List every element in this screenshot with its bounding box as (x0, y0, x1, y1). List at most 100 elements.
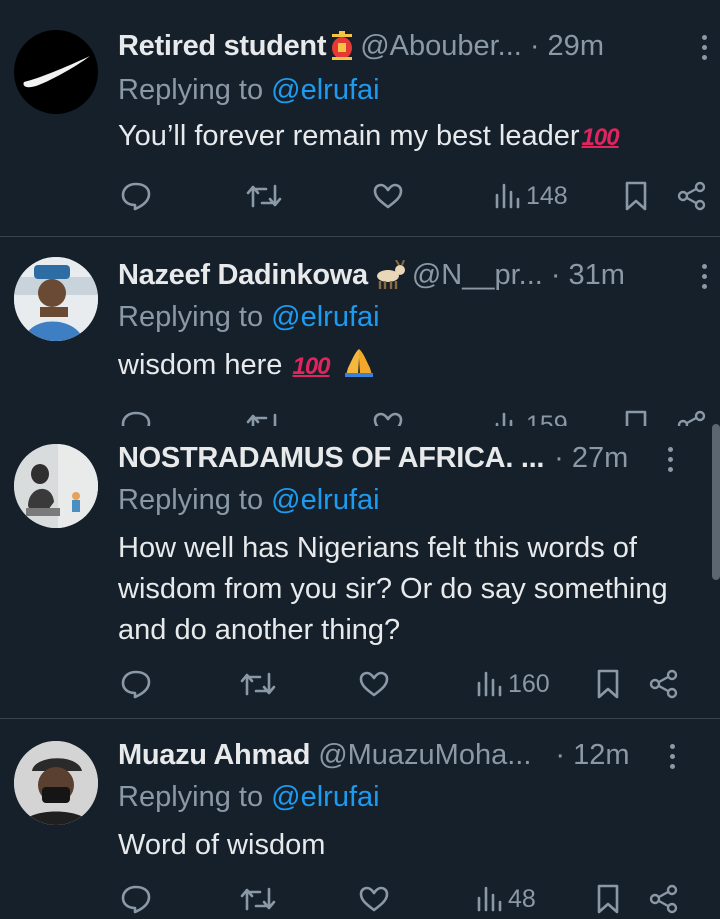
timestamp[interactable]: · 12m (555, 739, 629, 772)
tweet[interactable]: Retired student @Abouber... · 29m Replyi… (0, 0, 720, 236)
views-count: 159 (526, 410, 568, 427)
reply-icon (121, 670, 151, 699)
avatar[interactable] (14, 30, 98, 114)
tweet-text: You’ll forever remain my best leader100 (118, 116, 700, 158)
action-bar: 159 (0, 405, 720, 426)
tweet-header: Retired student @Abouber... · 29m (118, 28, 708, 64)
views-button[interactable]: 48 (476, 879, 536, 919)
like-button[interactable] (372, 176, 404, 216)
views-count: 160 (508, 669, 550, 698)
bookmark-icon (597, 669, 619, 699)
display-name[interactable]: Retired student (118, 30, 326, 63)
mention-link[interactable]: @elrufai (271, 74, 379, 106)
replying-prefix: Replying to (118, 484, 272, 516)
like-icon (359, 671, 389, 697)
display-name[interactable]: NOSTRADAMUS OF AFRICA. ... (118, 442, 544, 475)
views-button[interactable]: 148 (494, 176, 568, 216)
retweet-icon (246, 413, 277, 426)
replying-prefix: Replying to (118, 781, 272, 813)
more-icon[interactable] (660, 442, 680, 476)
bookmark-button[interactable] (624, 405, 648, 426)
views-button[interactable]: 159 (494, 405, 568, 426)
bookmark-button[interactable] (624, 176, 648, 216)
tweet[interactable]: NOSTRADAMUS OF AFRICA. ... · 27m Replyin… (0, 426, 720, 718)
reply-icon (121, 411, 151, 426)
more-icon[interactable] (694, 259, 714, 293)
display-name[interactable]: Nazeef Dadinkowa (118, 259, 368, 292)
like-button[interactable] (358, 879, 390, 919)
avatar-photo (14, 257, 98, 341)
avatar-photo (14, 741, 98, 825)
display-name[interactable]: Muazu Ahmad (118, 739, 310, 772)
reply-button[interactable] (120, 176, 152, 216)
user-handle[interactable]: @Abouber... (360, 30, 522, 63)
mention-link[interactable]: @elrufai (271, 484, 379, 516)
replying-to: Replying to @elrufai (118, 781, 380, 814)
share-icon (677, 410, 706, 426)
tweet[interactable]: Muazu Ahmad @MuazuMoha... · 12m Replying… (0, 718, 720, 914)
hundred-points-emoji: 100 (292, 353, 330, 380)
timestamp[interactable]: · 29m (530, 30, 604, 63)
like-button[interactable] (372, 405, 404, 426)
mention-link[interactable]: @elrufai (271, 301, 379, 333)
goat-emoji-icon (372, 260, 406, 290)
retweet-button[interactable] (246, 176, 282, 216)
timestamp[interactable]: · 27m (554, 442, 628, 475)
views-button[interactable]: 160 (476, 664, 550, 704)
tweet-text: wisdom here 100 (118, 345, 700, 387)
views-count: 48 (508, 884, 536, 913)
retweet-icon (240, 672, 276, 696)
bookmark-button[interactable] (596, 879, 620, 919)
user-handle[interactable]: @N__pr... (412, 259, 543, 292)
share-icon (649, 669, 678, 699)
share-button[interactable] (676, 176, 708, 216)
bookmark-button[interactable] (596, 664, 620, 704)
user-handle[interactable]: @MuazuMoha... (318, 739, 531, 772)
retweet-icon (246, 184, 282, 208)
more-icon[interactable] (694, 30, 714, 64)
avatar[interactable] (14, 444, 98, 528)
reply-button[interactable] (120, 405, 152, 426)
avatar-photo (14, 444, 98, 528)
avatar[interactable] (14, 257, 98, 341)
mention-link[interactable]: @elrufai (271, 781, 379, 813)
like-button[interactable] (358, 664, 390, 704)
retweet-button[interactable] (246, 405, 282, 426)
action-bar: 160 (0, 664, 720, 704)
avatar[interactable] (14, 741, 98, 825)
bookmark-icon (597, 884, 619, 914)
tweet[interactable]: Nazeef Dadinkowa @N__pr... · 31m Replyin… (0, 236, 720, 426)
action-bar: 148 (0, 176, 720, 216)
action-bar: 48 (0, 879, 720, 919)
retweet-button[interactable] (240, 664, 276, 704)
folded-hands-emoji-icon (344, 349, 373, 377)
tweet-header: Nazeef Dadinkowa @N__pr... · 31m (118, 257, 708, 293)
scrollbar[interactable] (712, 424, 720, 580)
share-button[interactable] (648, 664, 680, 704)
hundred-points-emoji: 100 (581, 124, 620, 151)
share-icon (677, 181, 706, 211)
share-button[interactable] (676, 405, 708, 426)
tweet-text: Word of wisdom (118, 829, 326, 861)
views-count: 148 (526, 181, 568, 210)
views-icon (495, 412, 513, 426)
reply-icon (121, 885, 151, 914)
reply-button[interactable] (120, 879, 152, 919)
views-icon (495, 183, 520, 209)
tweet-text-content: You’ll forever remain my best leader (118, 120, 580, 152)
reply-button[interactable] (120, 664, 152, 704)
retweet-icon (240, 887, 276, 911)
share-button[interactable] (648, 879, 680, 919)
bookmark-icon (625, 181, 647, 211)
reply-icon (121, 182, 151, 211)
replying-prefix: Replying to (118, 74, 272, 106)
red-lantern-emoji-icon (330, 31, 354, 61)
replying-to: Replying to @elrufai (118, 484, 380, 517)
like-icon (373, 412, 403, 426)
retweet-button[interactable] (240, 879, 276, 919)
more-icon[interactable] (662, 739, 682, 773)
replying-to: Replying to @elrufai (118, 74, 380, 107)
views-icon (477, 671, 502, 697)
tweet-text-content: wisdom here (118, 349, 291, 381)
timestamp[interactable]: · 31m (551, 259, 625, 292)
